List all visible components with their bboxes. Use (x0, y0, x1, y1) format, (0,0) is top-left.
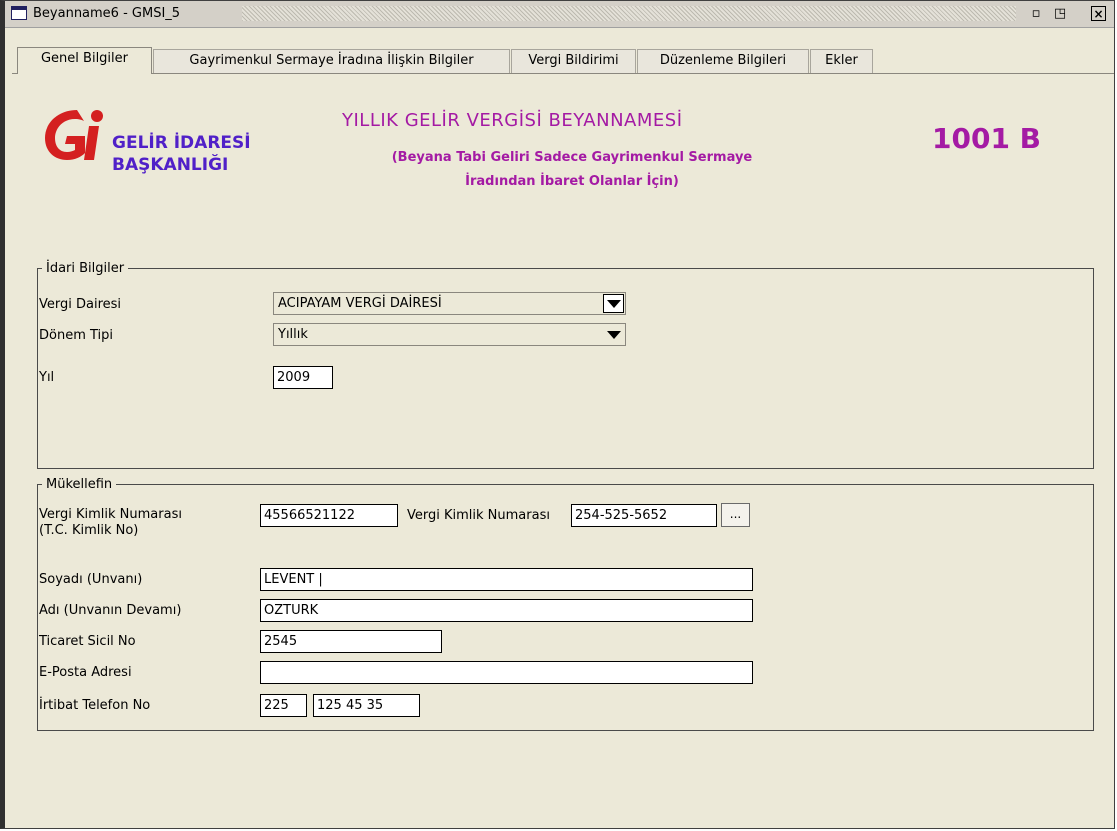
tab-label: Ekler (825, 53, 858, 68)
restore-icon[interactable]: ▫ (1026, 4, 1046, 23)
ticaret-sicil-input[interactable] (260, 630, 442, 653)
telefon-kod-input[interactable] (260, 694, 307, 717)
form-subtitle: (Beyana Tabi Geliri Sadece Gayrimenkul S… (342, 146, 802, 194)
tab-genel-bilgiler[interactable]: Genel Bilgiler (17, 47, 152, 74)
tckn-label: Vergi Kimlik Numarası (T.C. Kimlik No) (39, 507, 182, 539)
maximize-icon[interactable]: ◳ (1050, 4, 1070, 23)
tckn-label-line1: Vergi Kimlik Numarası (39, 507, 182, 522)
window-icon (11, 6, 27, 20)
tckn-label-line2: (T.C. Kimlik No) (39, 523, 139, 538)
idari-bilgiler-legend: İdari Bilgiler (46, 261, 125, 276)
vergi-dairesi-label: Vergi Dairesi (39, 297, 122, 312)
soyadi-label: Soyadı (Unvanı) (39, 572, 143, 587)
donem-tipi-value: Yıllık (278, 327, 308, 342)
telefon-label: İrtibat Telefon No (39, 698, 151, 713)
donem-tipi-label: Dönem Tipi (39, 328, 114, 343)
vkn-label: Vergi Kimlik Numarası (407, 508, 550, 523)
telefon-no-input[interactable] (313, 694, 420, 717)
title-bar-grip (242, 6, 1016, 21)
org-name-line1: GELİR İDARESİ (112, 133, 251, 153)
tab-duzenleme-bilgileri[interactable]: Düzenleme Bilgileri (637, 49, 809, 73)
vergi-dairesi-value: ACIPAYAM VERGİ DAİRESİ (278, 296, 442, 311)
title-bar[interactable]: Beyanname6 - GMSI_5 ▫ ◳ × (5, 1, 1114, 28)
form-code: 1001 B (932, 122, 1042, 155)
tab-vergi-bildirimi[interactable]: Vergi Bildirimi (511, 49, 636, 73)
organization-name: GELİR İDARESİ BAŞKANLIĞI (112, 132, 251, 176)
tab-label: Genel Bilgiler (40, 51, 128, 66)
form-subtitle-line1: (Beyana Tabi Geliri Sadece Gayrimenkul S… (391, 150, 753, 165)
tckn-input[interactable] (260, 504, 398, 527)
eposta-label: E-Posta Adresi (39, 665, 132, 680)
tab-label: Düzenleme Bilgileri (659, 53, 787, 68)
tab-gayrimenkul-sermaye[interactable]: Gayrimenkul Sermaye İradına İlişkin Bilg… (153, 49, 510, 73)
tab-ekler[interactable]: Ekler (810, 49, 873, 73)
mukellef-legend: Mükellefin (46, 477, 113, 492)
application-window: Beyanname6 - GMSI_5 ▫ ◳ × Genel Bilgiler… (0, 0, 1115, 829)
tab-label: Vergi Bildirimi (528, 53, 619, 68)
tab-panel-genel-bilgiler: GELİR İDARESİ BAŞKANLIĞI YILLIK GELİR VE… (12, 73, 1114, 828)
chevron-down-icon[interactable] (603, 294, 624, 313)
window-title: Beyanname6 - GMSI_5 (33, 6, 181, 21)
eposta-input[interactable] (260, 661, 753, 684)
yil-input[interactable] (273, 366, 333, 389)
form-title: YILLIK GELİR VERGİSİ BEYANNAMESİ (342, 110, 683, 131)
soyadi-input[interactable] (260, 568, 753, 591)
adi-input[interactable] (260, 599, 753, 622)
vergi-dairesi-select[interactable]: ACIPAYAM VERGİ DAİRESİ (273, 292, 626, 315)
tab-label: Gayrimenkul Sermaye İradına İlişkin Bilg… (189, 53, 474, 68)
ticaret-sicil-label: Ticaret Sicil No (39, 634, 136, 649)
vkn-input[interactable] (571, 504, 717, 527)
form-subtitle-line2: İradından İbaret Olanlar İçin) (465, 174, 679, 189)
donem-tipi-select[interactable]: Yıllık (273, 323, 626, 346)
gib-logo-icon (45, 110, 103, 160)
yil-label: Yıl (39, 370, 55, 385)
vkn-lookup-button[interactable]: ... (721, 503, 750, 527)
adi-label: Adı (Unvanın Devamı) (39, 603, 182, 618)
close-icon[interactable]: × (1091, 6, 1106, 21)
org-name-line2: BAŞKANLIĞI (112, 155, 229, 175)
chevron-down-icon[interactable] (603, 325, 624, 344)
